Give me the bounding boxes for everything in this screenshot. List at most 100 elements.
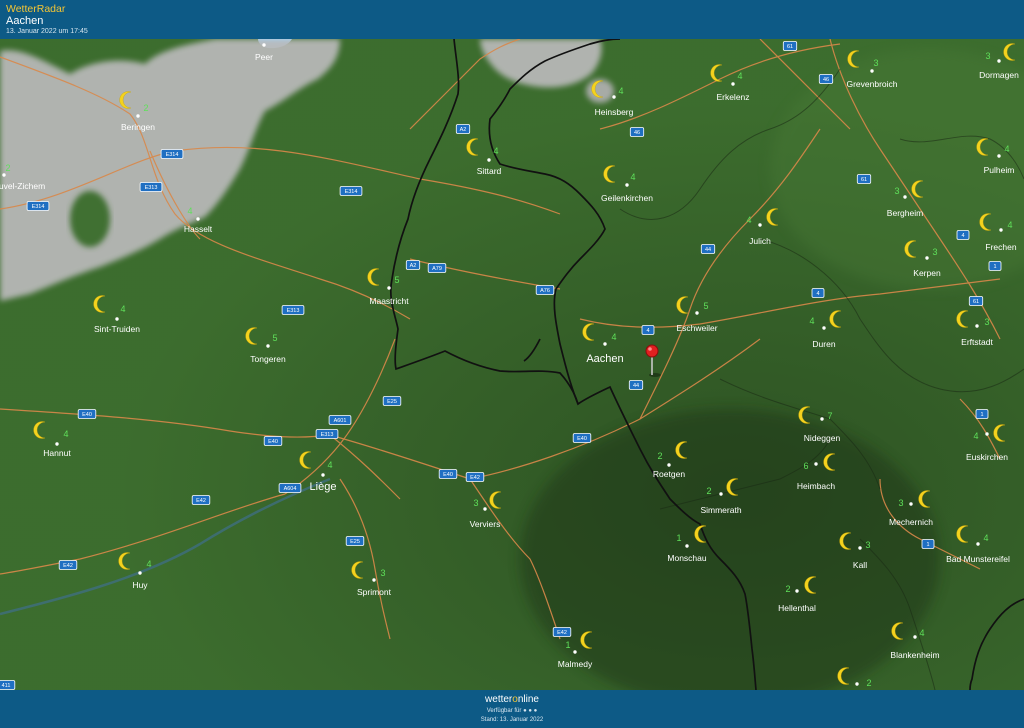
city-label: Heinsberg — [595, 107, 634, 117]
road-shield: E42 — [191, 495, 211, 505]
road-shield-label: 44 — [705, 247, 711, 253]
road-shield: A601 — [328, 415, 352, 425]
road-shield: 61 — [856, 174, 872, 184]
temperature-label: 2 — [706, 486, 711, 496]
city-dot — [2, 173, 6, 177]
road-shield: 61 — [968, 296, 984, 306]
city-label: Dormagen — [979, 70, 1019, 80]
city-label: Pulheim — [984, 165, 1015, 175]
temperature-label: 4 — [187, 206, 192, 216]
cloud-gap — [70, 191, 110, 247]
temperature-label: 2 — [657, 451, 662, 461]
city-dot — [976, 542, 980, 546]
city-dot — [387, 286, 391, 290]
road-shield-label: E40 — [82, 412, 92, 418]
temperature-label: 4 — [1004, 144, 1009, 154]
temperature-label: 4 — [746, 215, 751, 225]
temperature-label: 4 — [618, 86, 623, 96]
city-label: Sittard — [477, 166, 502, 176]
temperature-label: 2 — [866, 678, 871, 688]
location-title: Aachen — [6, 15, 44, 27]
temperature-label: 4 — [327, 460, 332, 470]
temperature-label: 5 — [394, 275, 399, 285]
city-label: Nideggen — [804, 433, 841, 443]
city-dot — [115, 317, 119, 321]
city-dot — [870, 69, 874, 73]
road-shield-label: 4 — [816, 291, 819, 297]
city-label: Monschau — [667, 553, 706, 563]
city-label: Liège — [310, 481, 337, 493]
temperature-label: 4 — [493, 146, 498, 156]
road-shield-label: E40 — [268, 439, 278, 445]
temperature-label: 3 — [473, 498, 478, 508]
city-label: Sprimont — [357, 587, 392, 597]
road-shield: E40 — [77, 409, 97, 419]
city-label: Blankenheim — [890, 650, 939, 660]
road-shield-label: 1 — [926, 542, 929, 548]
city-dot — [822, 326, 826, 330]
road-shield-label: E42 — [470, 475, 480, 481]
road-shield-label: A604 — [284, 486, 297, 492]
temperature-label: 3 — [865, 540, 870, 550]
brand-logo[interactable]: wetteronline — [0, 694, 1024, 705]
city-label: Beringen — [121, 122, 155, 132]
road-shield-label: 46 — [634, 130, 640, 136]
road-shield-label: E313 — [145, 185, 158, 191]
city-label: Hannut — [43, 448, 71, 458]
road-shield: A76 — [535, 285, 555, 295]
city-label: Eschweiler — [676, 323, 717, 333]
temperature-label: 6 — [803, 461, 808, 471]
city-label: Sint-Truiden — [94, 324, 140, 334]
city-dot — [999, 228, 1003, 232]
road-shield: 4 — [811, 288, 825, 298]
city-label: Malmedy — [558, 659, 593, 669]
city-label: Euskirchen — [966, 452, 1008, 462]
road-shield: A79 — [427, 263, 447, 273]
city-dot — [196, 217, 200, 221]
city-dot — [667, 463, 671, 467]
city-dot — [262, 43, 266, 47]
city-dot — [625, 183, 629, 187]
road-shield: 1 — [921, 539, 935, 549]
road-shield: 46 — [629, 127, 645, 137]
city-dot — [719, 492, 723, 496]
city-dot — [487, 158, 491, 162]
temperature-label: 1 — [676, 533, 681, 543]
city-label: Grevenbroich — [846, 79, 897, 89]
city-label: Hasselt — [184, 224, 213, 234]
city-dot — [266, 344, 270, 348]
city-label: Erftstadt — [961, 337, 993, 347]
city-dot — [573, 650, 577, 654]
radar-map[interactable]: 61 46 A2 46 E314 E313 E314 E314 61 44 A2 A79 A76 E313… — [0, 39, 1024, 690]
temperature-label: 2 — [5, 163, 10, 173]
app-header: WetterRadar Aachen 13. Januar 2022 um 17… — [0, 0, 1024, 40]
city-dot — [985, 432, 989, 436]
road-shield-label: A2 — [460, 127, 467, 133]
road-shield-label: E25 — [350, 539, 360, 545]
city-dot — [997, 59, 1001, 63]
road-shield-label: 4 — [646, 328, 649, 334]
road-shield-label: E314 — [166, 152, 179, 158]
road-shield: 46 — [818, 74, 834, 84]
availability-line: Verfügbar für ● ● ● — [0, 708, 1024, 714]
city-label: Peer — [255, 52, 273, 62]
city-label: Erkelenz — [716, 92, 749, 102]
brand-suffix: nline — [517, 694, 539, 705]
road-shield: E25 — [382, 396, 402, 406]
road-shield: E40 — [438, 469, 458, 479]
road-shield: 411 — [0, 680, 16, 690]
city-label: Heimbach — [797, 481, 836, 491]
temperature-label: 3 — [985, 51, 990, 61]
city-dot — [795, 589, 799, 593]
city-dot — [685, 544, 689, 548]
app-footer: wetteronline Verfügbar für ● ● ● Stand: … — [0, 690, 1024, 728]
city-label: Verviers — [470, 519, 501, 529]
city-dot — [483, 507, 487, 511]
app-title: WetterRadar — [6, 3, 66, 15]
city-dot — [913, 635, 917, 639]
road-shield: A604 — [278, 483, 302, 493]
road-shield: E314 — [26, 201, 50, 211]
road-shield-label: E313 — [321, 432, 334, 438]
city-dot — [903, 195, 907, 199]
road-shield: E42 — [58, 560, 78, 570]
